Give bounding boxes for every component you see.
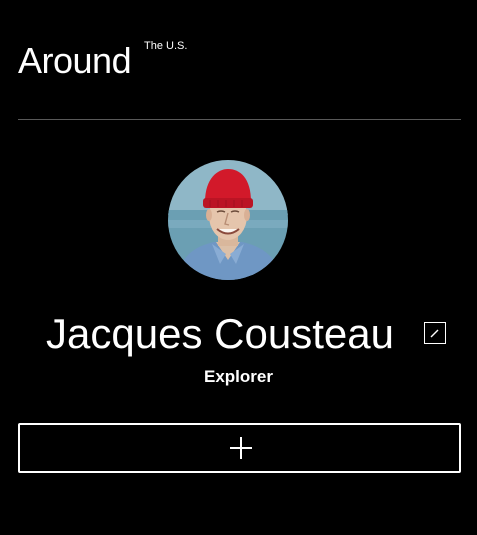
edit-profile-button[interactable] <box>424 322 446 344</box>
header: Around The U.S. <box>18 40 461 88</box>
profile-role: Explorer <box>204 367 273 386</box>
profile-name: Jacques Cousteau <box>46 310 394 357</box>
avatar-portrait <box>168 160 288 280</box>
header-divider <box>18 119 461 120</box>
add-place-button[interactable] <box>18 423 461 473</box>
avatar <box>168 160 288 280</box>
pencil-icon <box>430 329 439 338</box>
logo-title: Around <box>18 40 132 81</box>
plus-icon <box>230 437 252 459</box>
logo-subtitle: The U.S. <box>144 40 188 52</box>
